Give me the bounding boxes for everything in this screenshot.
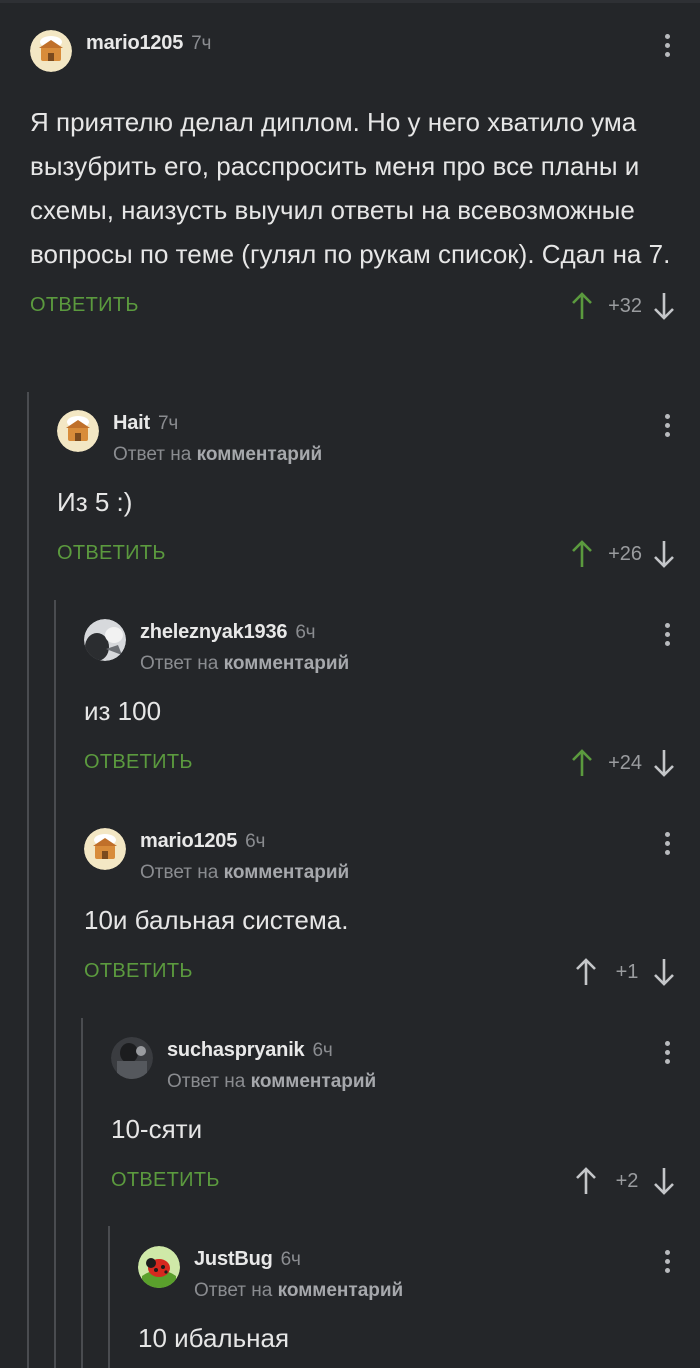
reply-button[interactable]: ОТВЕТИТЬ: [84, 751, 193, 774]
thread-line-level-4[interactable]: [108, 1226, 110, 1368]
author-name[interactable]: mario1205: [86, 32, 183, 54]
comment-author[interactable]: suchaspryanik 6ч: [167, 1039, 333, 1062]
upvote-arrow-icon[interactable]: [574, 1166, 598, 1196]
author-name[interactable]: mario1205: [140, 830, 237, 852]
comment-author[interactable]: Hait 7ч: [113, 412, 178, 435]
comment-time: 6ч: [245, 831, 266, 852]
downvote-arrow-icon[interactable]: [652, 539, 676, 569]
vote-count: +1: [615, 960, 639, 983]
comment-header: mario1205 7ч: [30, 30, 700, 74]
upvote-arrow-icon[interactable]: [570, 291, 594, 321]
author-name[interactable]: JustBug: [194, 1248, 273, 1270]
comment-text: 10-сяти: [111, 1114, 203, 1144]
vote-controls: +2: [574, 1161, 676, 1201]
comments-page: mario1205 7ч Я приятелю делал диплом. Но …: [0, 0, 700, 1368]
reply-to-line: Ответ на комментарий: [140, 862, 349, 884]
more-options-icon[interactable]: [662, 1250, 672, 1278]
vote-count: +24: [608, 751, 642, 774]
vote-controls: +1: [574, 952, 676, 992]
reply-to-link[interactable]: комментарий: [224, 862, 350, 883]
chef-hut-avatar[interactable]: [84, 828, 126, 870]
reply-button[interactable]: ОТВЕТИТЬ: [57, 542, 166, 565]
upvote-arrow-icon[interactable]: [574, 957, 598, 987]
reply-to-line: Ответ на комментарий: [140, 653, 349, 675]
comment-actions: ОТВЕТИТЬ +1: [84, 952, 700, 992]
reply-button[interactable]: ОТВЕТИТЬ: [30, 294, 139, 317]
comment: JustBug 6ч Ответ на комментарий 10 ибальн…: [138, 1246, 700, 1360]
comment-time: 6ч: [280, 1249, 301, 1270]
author-name[interactable]: suchaspryanik: [167, 1039, 305, 1061]
downvote-arrow-icon[interactable]: [652, 957, 676, 987]
reply-button[interactable]: ОТВЕТИТЬ: [84, 960, 193, 983]
thread-line-level-2[interactable]: [54, 600, 56, 1368]
more-options-icon[interactable]: [662, 34, 672, 62]
comment: mario1205 7ч Я приятелю делал диплом. Но …: [30, 30, 700, 326]
reply-to-prefix: Ответ на: [167, 1071, 246, 1092]
author-name[interactable]: Hait: [113, 412, 150, 434]
vote-count: +2: [615, 1169, 639, 1192]
reply-to-prefix: Ответ на: [140, 653, 219, 674]
reply-to-link[interactable]: комментарий: [278, 1280, 404, 1301]
chef-hut-avatar[interactable]: [57, 410, 99, 452]
top-divider: [0, 0, 700, 3]
comment-header: JustBug 6ч Ответ на комментарий: [138, 1246, 700, 1301]
comment: zheleznyak1936 6ч Ответ на комментарий из…: [84, 619, 700, 783]
comment-header: Hait 7ч Ответ на комментарий: [57, 410, 700, 465]
comment-header: suchaspryanik 6ч Ответ на комментарий: [111, 1037, 700, 1092]
vote-controls: +26: [570, 534, 676, 574]
comment-author[interactable]: JustBug 6ч: [194, 1248, 301, 1271]
comment-text: Я приятелю делал диплом. Но у него хвати…: [30, 107, 671, 269]
photo-avatar[interactable]: [111, 1037, 153, 1079]
photo-avatar[interactable]: [84, 619, 126, 661]
chef-hut-avatar[interactable]: [30, 30, 72, 72]
more-options-icon[interactable]: [662, 832, 672, 860]
comment-actions: ОТВЕТИТЬ +2: [111, 1161, 700, 1201]
reply-to-link[interactable]: комментарий: [197, 444, 323, 465]
more-options-icon[interactable]: [662, 623, 672, 651]
comment-actions: ОТВЕТИТЬ +24: [84, 743, 700, 783]
thread-line-level-3[interactable]: [81, 1018, 83, 1368]
comment: mario1205 6ч Ответ на комментарий 10и бал…: [84, 828, 700, 992]
comment-time: 6ч: [312, 1040, 333, 1061]
vote-count: +26: [608, 542, 642, 565]
comment-author[interactable]: zheleznyak1936 6ч: [140, 621, 316, 644]
comment-text: 10 ибальная: [138, 1323, 290, 1353]
reply-to-line: Ответ на комментарий: [113, 444, 322, 466]
comment: Hait 7ч Ответ на комментарий Из 5 :) ОТВЕ…: [57, 410, 700, 574]
comment-text: Из 5 :): [57, 487, 133, 517]
more-options-icon[interactable]: [662, 414, 672, 442]
vote-controls: +24: [570, 743, 676, 783]
more-options-icon[interactable]: [662, 1041, 672, 1069]
downvote-arrow-icon[interactable]: [652, 1166, 676, 1196]
reply-to-prefix: Ответ на: [140, 862, 219, 883]
comment-author[interactable]: mario1205 6ч: [140, 830, 265, 853]
reply-to-prefix: Ответ на: [194, 1280, 273, 1301]
comment-time: 7ч: [157, 413, 179, 434]
upvote-arrow-icon[interactable]: [570, 748, 594, 778]
comment-header: zheleznyak1936 6ч Ответ на комментарий: [84, 619, 700, 674]
upvote-arrow-icon[interactable]: [570, 539, 594, 569]
reply-button[interactable]: ОТВЕТИТЬ: [111, 1169, 220, 1192]
comment-text: 10и бальная система.: [84, 905, 349, 935]
comment-text: из 100: [84, 696, 162, 726]
ladybug-avatar[interactable]: [138, 1246, 180, 1288]
reply-to-link[interactable]: комментарий: [224, 653, 350, 674]
comment-author[interactable]: mario1205 7ч: [86, 32, 211, 55]
thread-line-level-1[interactable]: [27, 392, 29, 1368]
comment-header: mario1205 6ч Ответ на комментарий: [84, 828, 700, 883]
comment-time: 6ч: [295, 622, 316, 643]
reply-to-line: Ответ на комментарий: [167, 1071, 376, 1093]
comment: suchaspryanik 6ч Ответ на комментарий 10-…: [111, 1037, 700, 1201]
vote-count: +32: [608, 294, 642, 317]
reply-to-prefix: Ответ на: [113, 444, 192, 465]
comment-actions: ОТВЕТИТЬ +26: [57, 534, 700, 574]
author-name[interactable]: zheleznyak1936: [140, 621, 288, 643]
downvote-arrow-icon[interactable]: [652, 748, 676, 778]
reply-to-link[interactable]: комментарий: [251, 1071, 377, 1092]
reply-to-line: Ответ на комментарий: [194, 1280, 403, 1302]
comment-actions: ОТВЕТИТЬ +32: [30, 286, 700, 326]
comment-time: 7ч: [191, 33, 212, 54]
downvote-arrow-icon[interactable]: [652, 291, 676, 321]
vote-controls: +32: [570, 286, 676, 326]
